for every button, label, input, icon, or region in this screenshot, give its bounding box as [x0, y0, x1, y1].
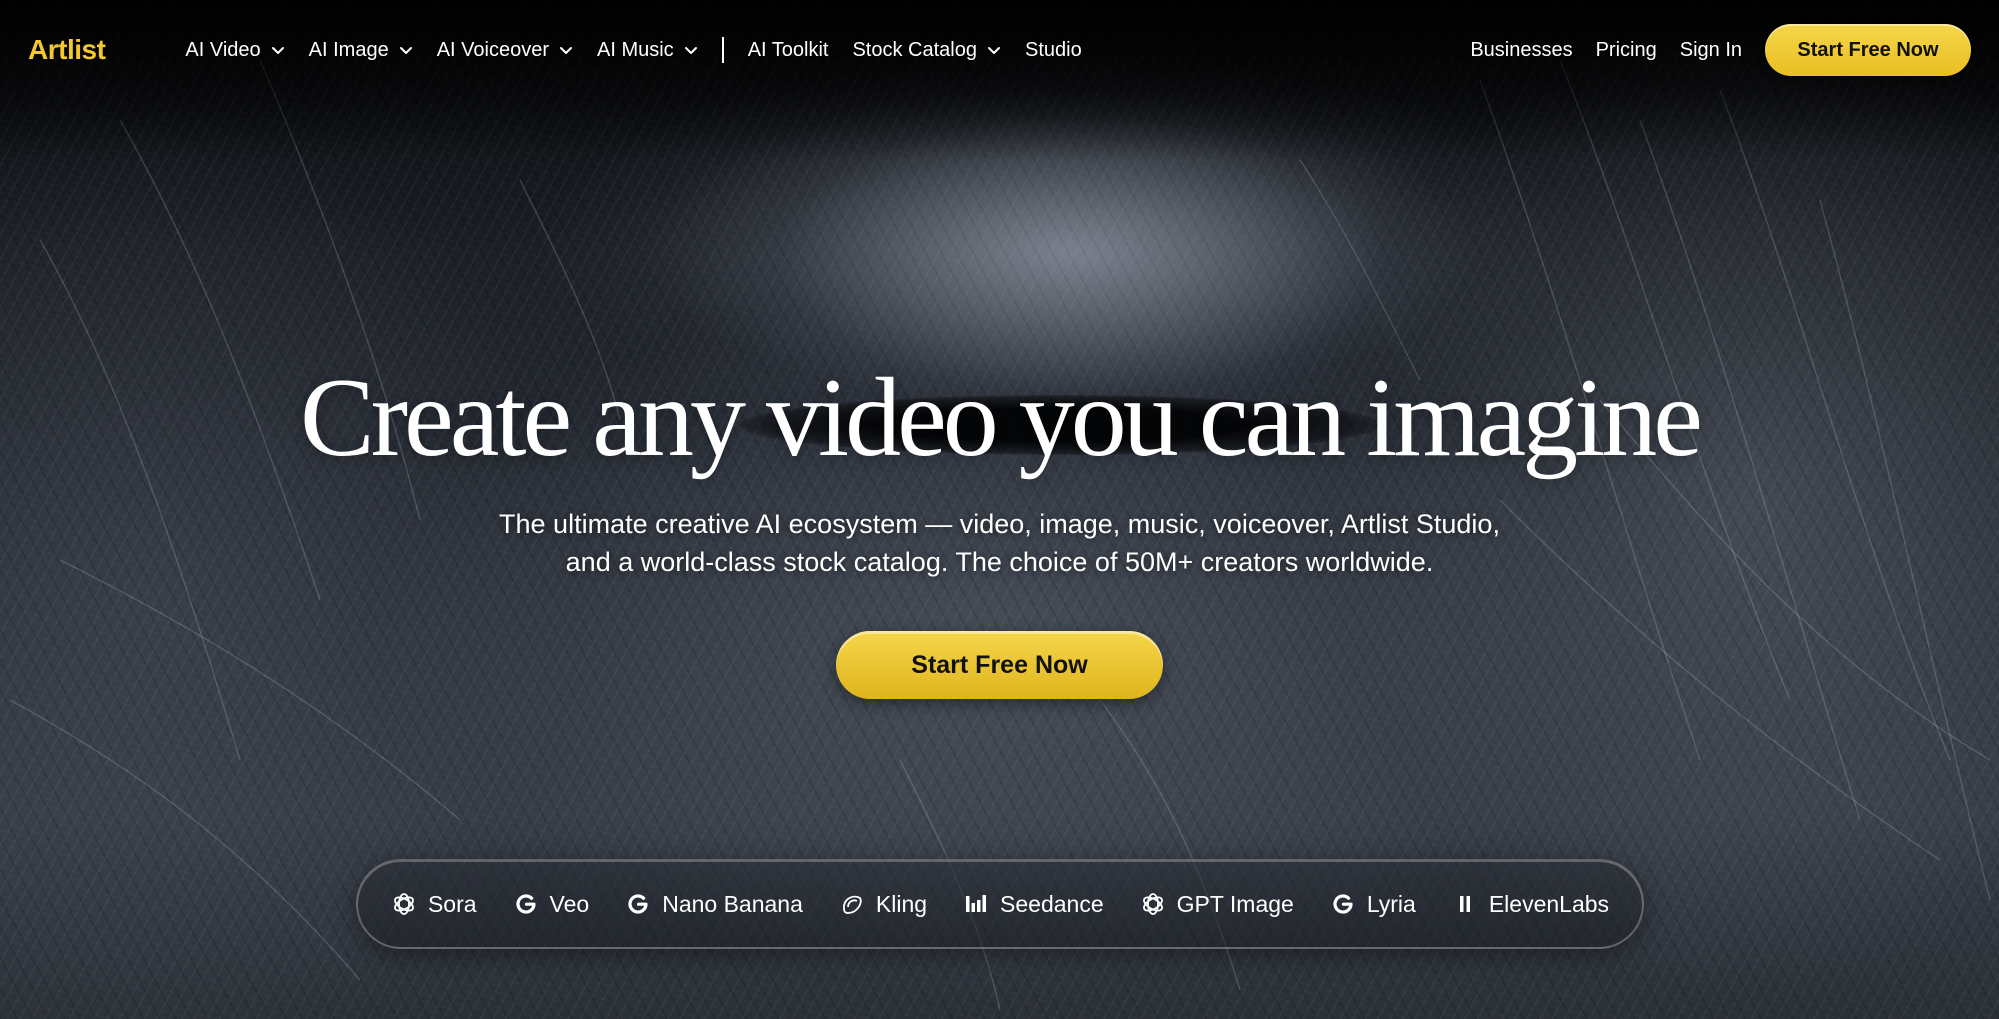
- elevenlabs-icon: [1452, 891, 1478, 917]
- model-veo[interactable]: Veo: [513, 890, 590, 918]
- nav-item-ai-image[interactable]: AI Image: [309, 39, 413, 62]
- chevron-down-icon: [559, 43, 573, 57]
- model-nano-banana[interactable]: Nano Banana: [625, 891, 803, 918]
- nav-link-businesses[interactable]: Businesses: [1470, 39, 1572, 62]
- kling-icon: [839, 891, 865, 917]
- nav-start-free-button[interactable]: Start Free Now: [1765, 24, 1971, 76]
- nav-item-label: AI Image: [308, 38, 389, 61]
- chevron-down-icon: [271, 43, 285, 57]
- nav-item-label: AI Voiceover: [436, 38, 549, 61]
- nav-item-studio[interactable]: Studio: [1025, 39, 1082, 62]
- nav-item-label: AI Music: [597, 38, 674, 61]
- nav-item-ai-voiceover[interactable]: AI Voiceover: [437, 39, 573, 62]
- openai-icon: [391, 891, 417, 917]
- google-icon: [625, 891, 651, 917]
- nav-item-ai-video[interactable]: AI Video: [185, 39, 284, 62]
- google-icon: [1330, 891, 1356, 917]
- nav-right: Businesses Pricing Sign In Start Free No…: [1470, 24, 1971, 76]
- nav-item-stock-catalog[interactable]: Stock Catalog: [852, 39, 1001, 62]
- nav-item-label: Stock Catalog: [852, 38, 977, 61]
- hero-subtitle-line-1: The ultimate creative AI ecosystem — vid…: [499, 509, 1500, 539]
- model-label: Lyria: [1366, 890, 1416, 917]
- model-label: Sora: [427, 890, 477, 917]
- chevron-down-icon: [399, 43, 413, 57]
- model-label: ElevenLabs: [1488, 890, 1610, 917]
- model-lyria[interactable]: Lyria: [1330, 891, 1416, 918]
- model-label: Nano Banana: [662, 890, 803, 917]
- nav-item-ai-toolkit[interactable]: AI Toolkit: [748, 39, 829, 62]
- chevron-down-icon: [987, 43, 1001, 57]
- nav-link-sign-in[interactable]: Sign In: [1680, 39, 1742, 62]
- openai-icon: [1140, 891, 1166, 917]
- model-kling[interactable]: Kling: [839, 891, 927, 918]
- nav-separator: [721, 37, 724, 63]
- top-nav: Artlist AI Video AI Image AI Voiceover A…: [0, 0, 1999, 100]
- nav-item-label: Studio: [1024, 38, 1082, 61]
- nav-link-pricing[interactable]: Pricing: [1596, 39, 1657, 62]
- nav-item-ai-music[interactable]: AI Music: [597, 39, 698, 62]
- model-label: Kling: [875, 890, 928, 917]
- model-elevenlabs[interactable]: ElevenLabs: [1452, 891, 1609, 918]
- hero-subtitle-line-2: and a world-class stock catalog. The cho…: [565, 547, 1434, 577]
- nav-item-label: AI Toolkit: [747, 38, 829, 61]
- google-icon: [513, 891, 539, 917]
- nav-links: AI Video AI Image AI Voiceover AI Music …: [185, 37, 1105, 63]
- model-gpt-image[interactable]: GPT Image: [1140, 891, 1294, 918]
- ai-models-bar: Sora Veo Nano Banana Kling Seedance GPT …: [356, 859, 1644, 949]
- model-label: Veo: [549, 890, 590, 917]
- nav-item-label: AI Video: [185, 38, 261, 61]
- hero-headline: Create any video you can imagine: [300, 356, 1703, 480]
- seedance-bars-icon: [963, 891, 989, 917]
- model-label: GPT Image: [1176, 890, 1294, 917]
- model-seedance[interactable]: Seedance: [963, 891, 1104, 918]
- model-sora[interactable]: Sora: [391, 891, 477, 918]
- hero-section: Artlist AI Video AI Image AI Voiceover A…: [0, 0, 1999, 1019]
- model-label: Seedance: [1000, 890, 1104, 917]
- chevron-down-icon: [684, 43, 698, 57]
- artlist-logo[interactable]: Artlist: [28, 34, 106, 66]
- hero-start-free-button[interactable]: Start Free Now: [836, 631, 1163, 699]
